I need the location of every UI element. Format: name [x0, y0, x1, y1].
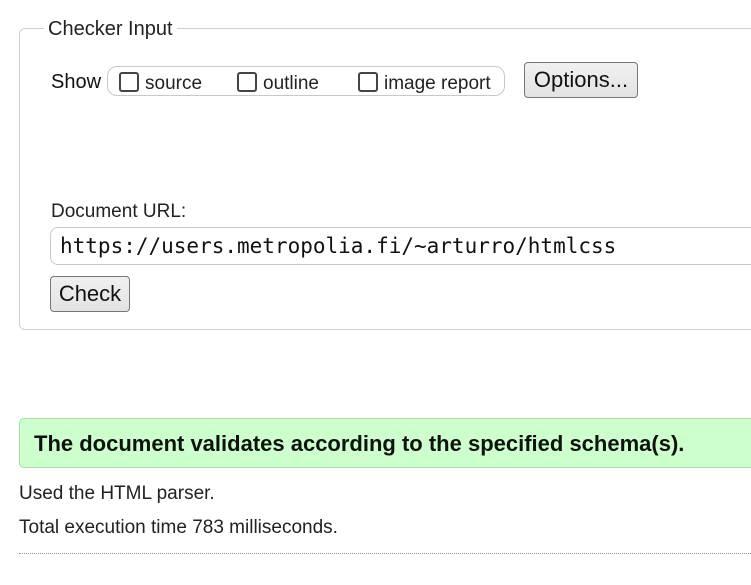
document-url-input[interactable]: https://users.metropolia.fi/~arturro/htm…	[50, 227, 751, 265]
parser-info: Used the HTML parser.	[19, 483, 215, 504]
show-label: Show	[51, 71, 102, 93]
divider	[19, 553, 751, 554]
source-checkbox-label: source	[145, 73, 203, 94]
show-source-option[interactable]: source	[119, 69, 202, 95]
success-message-box: The document validates according to the …	[19, 418, 751, 468]
image-report-checkbox-label: image report	[384, 73, 491, 94]
validator-page: Checker Input Show source outline image …	[0, 0, 751, 585]
options-button[interactable]: Options...	[524, 62, 638, 98]
show-options-group: source outline image report	[107, 66, 505, 96]
show-outline-option[interactable]: outline	[237, 69, 319, 95]
success-message: The document validates according to the …	[34, 431, 685, 456]
image-report-checkbox[interactable]	[358, 72, 378, 92]
checker-input-legend: Checker Input	[44, 17, 177, 41]
show-image-report-option[interactable]: image report	[358, 69, 491, 95]
document-url-label: Document URL:	[51, 201, 187, 222]
outline-checkbox[interactable]	[237, 72, 257, 92]
source-checkbox[interactable]	[119, 72, 139, 92]
outline-checkbox-label: outline	[263, 73, 319, 94]
check-button[interactable]: Check	[50, 276, 130, 312]
execution-time: Total execution time 783 milliseconds.	[19, 517, 338, 538]
